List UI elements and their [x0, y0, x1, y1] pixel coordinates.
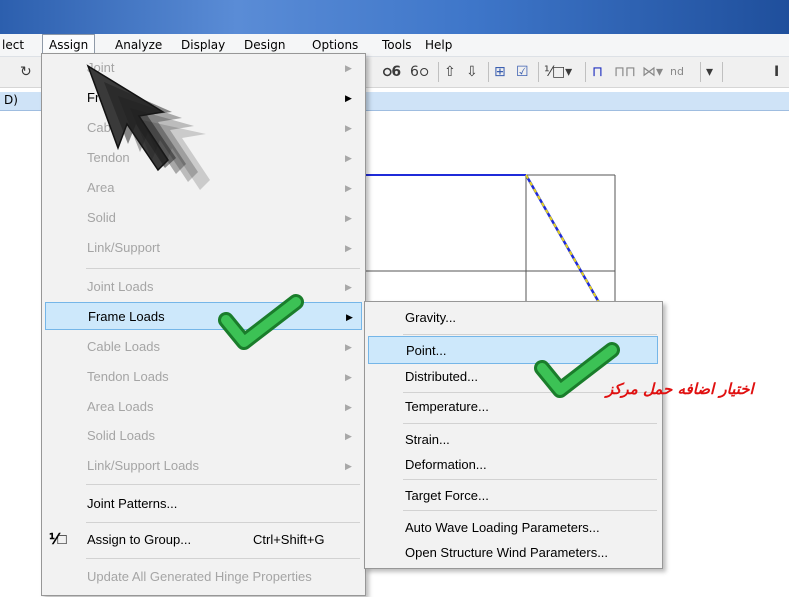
annotation-text: اختیار اضافه حمل مرکز: [606, 380, 754, 398]
annotation-overlay: [86, 64, 620, 398]
check-icon: [534, 342, 620, 398]
cursor-arrow-icon: [86, 64, 210, 190]
check-icon: [218, 294, 304, 350]
